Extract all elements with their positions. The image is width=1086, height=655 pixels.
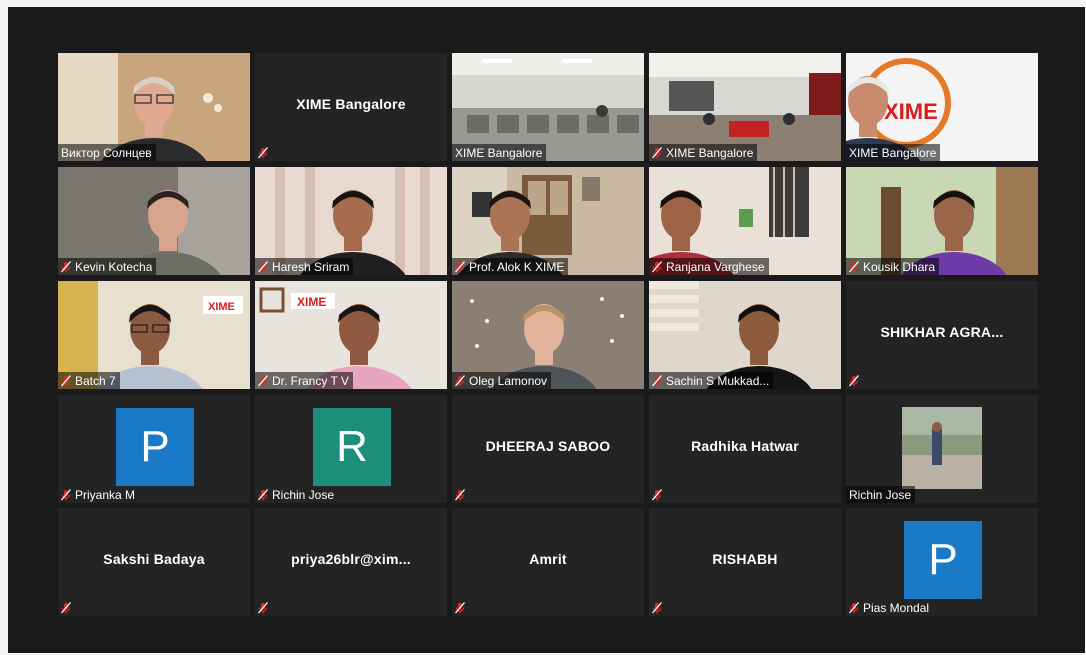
participant-name: Kousik Dhara [863, 259, 936, 274]
participant-tile[interactable]: XIME Bangalore [452, 53, 644, 161]
microphone-muted-icon [455, 260, 465, 273]
participant-tile[interactable]: Kevin Kotecha [58, 167, 250, 275]
avatar: P [904, 521, 982, 599]
participant-name: Sachin S Mukkad... [666, 373, 770, 388]
participant-name: Dr. Francy T V [272, 373, 349, 388]
participant-tile[interactable]: Виктор Солнцев [58, 53, 250, 161]
participant-display-name: priya26blr@xim... [291, 551, 411, 567]
participant-tile[interactable]: XIME Batch 7 [58, 281, 250, 389]
microphone-muted-icon [652, 374, 662, 387]
participant-name: Pias Mondal [863, 600, 930, 615]
participant-name-label: Kevin Kotecha [58, 258, 157, 275]
participant-tile[interactable]: P Priyanka M [58, 395, 250, 503]
participant-name-label: Priyanka M [58, 486, 139, 503]
participant-name: Oleg Lamonov [469, 373, 548, 388]
avatar: R [313, 408, 391, 486]
microphone-muted-icon [258, 260, 268, 273]
gallery-view: Виктор Солнцев XIME Bangalore XIME Bangal… [8, 7, 1085, 653]
microphone-muted-icon [455, 601, 465, 614]
participant-display-name: Radhika Hatwar [691, 438, 799, 454]
participant-tile[interactable]: P Pias Mondal [846, 508, 1038, 616]
microphone-muted-icon [61, 260, 71, 273]
participant-tile[interactable]: Haresh Sriram [255, 167, 447, 275]
microphone-muted-icon [849, 260, 859, 273]
participant-display-name: Sakshi Badaya [103, 551, 205, 567]
microphone-muted-icon [258, 146, 268, 159]
participant-tile[interactable]: XIME Bangalore [649, 53, 841, 161]
microphone-muted-icon [652, 260, 662, 273]
participant-name-label: Ranjana Varghese [649, 258, 769, 275]
microphone-muted-icon [455, 488, 465, 501]
participant-tile[interactable]: Richin Jose [846, 395, 1038, 503]
xime-logo-text: XIME [208, 301, 235, 313]
participant-name-label: Oleg Lamonov [452, 372, 552, 389]
microphone-muted-icon [652, 488, 662, 501]
participant-name-label: XIME Bangalore [846, 144, 941, 161]
microphone-muted-icon [258, 601, 268, 614]
microphone-muted-icon [61, 601, 71, 614]
participant-tile[interactable]: Oleg Lamonov [452, 281, 644, 389]
microphone-muted-icon [258, 374, 268, 387]
participant-tile[interactable]: Prof. Alok K XIME [452, 167, 644, 275]
participant-tile[interactable]: RISHABH [649, 508, 841, 616]
xime-logo-text: XIME [884, 99, 938, 124]
participant-tile[interactable]: XIME Dr. Francy T V [255, 281, 447, 389]
participant-name: Priyanka M [75, 487, 136, 502]
participant-name-label: Kousik Dhara [846, 258, 940, 275]
participant-tile[interactable]: Sakshi Badaya [58, 508, 250, 616]
microphone-muted-icon [258, 488, 268, 501]
participant-tile[interactable]: XIME Bangalore [255, 53, 447, 161]
microphone-muted-icon [849, 601, 859, 614]
participant-name: XIME Bangalore [666, 145, 754, 160]
participant-name-label: Haresh Sriram [255, 258, 354, 275]
participant-name-label: Richin Jose [255, 486, 338, 503]
participant-name-label: Pias Mondal [846, 599, 933, 616]
participant-name-label: XIME Bangalore [649, 144, 758, 161]
participant-tile[interactable]: Sachin S Mukkad... [649, 281, 841, 389]
participant-display-name: Amrit [529, 551, 567, 567]
microphone-muted-icon [455, 374, 465, 387]
participant-tile[interactable]: Amrit [452, 508, 644, 616]
participant-name-label: Sachin S Mukkad... [649, 372, 774, 389]
participant-display-name: XIME Bangalore [296, 96, 406, 112]
participant-name-label: Batch 7 [58, 372, 120, 389]
participant-tile[interactable]: Kousik Dhara [846, 167, 1038, 275]
participant-name: Виктор Солнцев [61, 145, 152, 160]
participant-name-label: Richin Jose [846, 486, 916, 503]
participant-display-name: SHIKHAR AGRA... [880, 324, 1004, 340]
participant-tile[interactable]: priya26blr@xim... [255, 508, 447, 616]
participant-tile[interactable]: SHIKHAR AGRA... [846, 281, 1038, 389]
microphone-muted-icon [849, 374, 859, 387]
participant-tile[interactable]: DHEERAJ SABOO [452, 395, 644, 503]
microphone-muted-icon [61, 488, 71, 501]
avatar: P [116, 408, 194, 486]
participant-name-label: Виктор Солнцев [58, 144, 156, 161]
participant-name-label: XIME Bangalore [452, 144, 547, 161]
participant-name: Ranjana Varghese [666, 259, 765, 274]
participant-name: Kevin Kotecha [75, 259, 153, 274]
participant-name: Batch 7 [75, 373, 116, 388]
participant-name: Haresh Sriram [272, 259, 350, 274]
xime-logo-text: XIME [297, 295, 326, 309]
participant-name: Richin Jose [272, 487, 335, 502]
participant-name: Richin Jose [849, 487, 912, 502]
participant-tile[interactable]: Radhika Hatwar [649, 395, 841, 503]
participant-tile[interactable]: R Richin Jose [255, 395, 447, 503]
microphone-muted-icon [61, 374, 71, 387]
participant-display-name: DHEERAJ SABOO [485, 438, 611, 454]
participant-tile[interactable]: Ranjana Varghese [649, 167, 841, 275]
participant-name: XIME Bangalore [849, 145, 937, 160]
participant-name: Prof. Alok K XIME [469, 259, 565, 274]
participant-display-name: RISHABH [712, 551, 778, 567]
microphone-muted-icon [652, 601, 662, 614]
participant-name-label: Prof. Alok K XIME [452, 258, 569, 275]
microphone-muted-icon [652, 146, 662, 159]
participant-name-label: Dr. Francy T V [255, 372, 353, 389]
participant-name: XIME Bangalore [455, 145, 543, 160]
participant-tile[interactable]: XIME XIME Bangalore [846, 53, 1038, 161]
